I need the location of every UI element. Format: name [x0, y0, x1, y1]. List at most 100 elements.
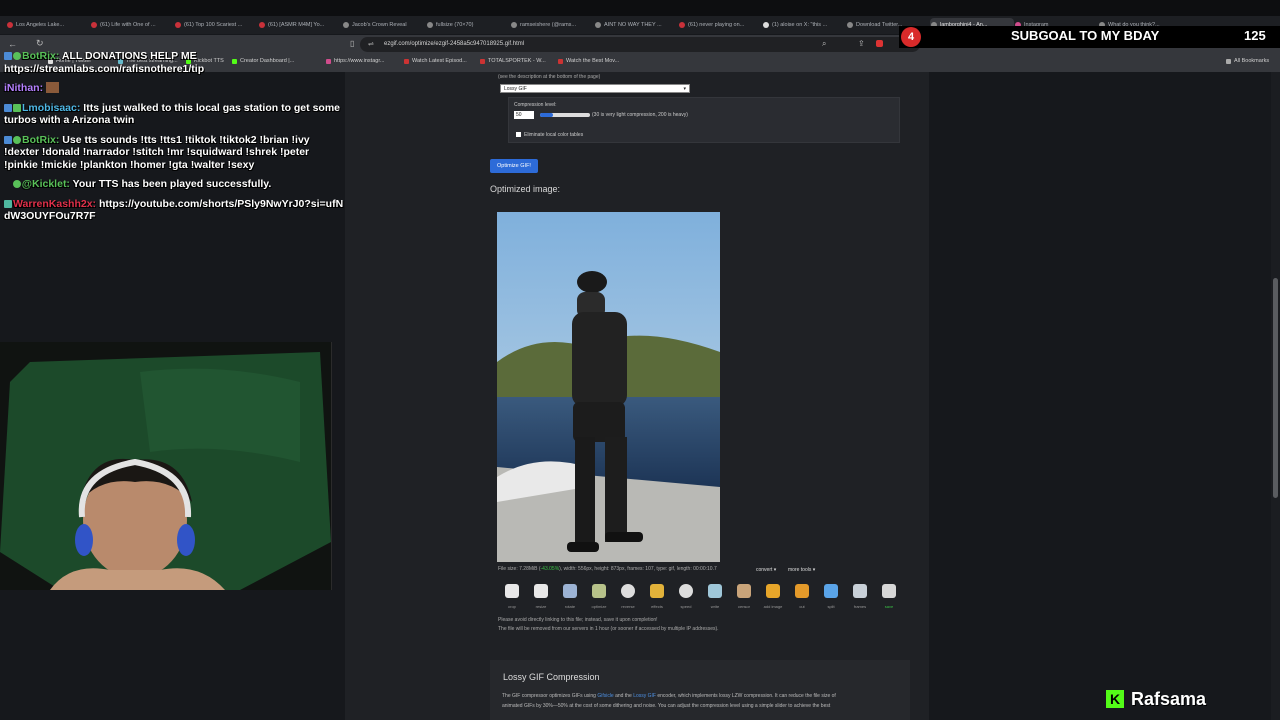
all-bookmarks[interactable]: All Bookmarks — [1226, 58, 1269, 64]
vip-badge-icon — [13, 103, 21, 112]
method-select[interactable]: Lossy GIF ▾ — [500, 84, 690, 93]
tool-split[interactable]: split — [818, 583, 844, 611]
url-input[interactable]: ⇌ ezgif.com/optimize/ezgif-2458a5c947018… — [360, 37, 920, 52]
crop-icon — [505, 584, 519, 598]
write-icon — [708, 584, 722, 598]
globe-icon — [558, 59, 563, 64]
chevron-down-icon: ▾ — [683, 86, 686, 92]
chat-message: BotRix: Use tts sounds !tts !tts1 !tikto… — [4, 133, 310, 171]
webcam-feed — [0, 342, 332, 590]
compression-label: Compression level: — [514, 102, 557, 108]
lossy-heading: Lossy GIF Compression — [503, 672, 600, 682]
eliminate-label: Eliminate local color tables — [524, 132, 584, 138]
folder-icon — [1226, 59, 1231, 64]
notice-line-2: The file will be removed from our server… — [498, 626, 719, 632]
reverse-icon — [621, 584, 635, 598]
bookmark-item[interactable]: Watch the Best Mov... — [558, 58, 619, 64]
tool-frames[interactable]: frames — [847, 583, 873, 611]
chat-message: iNithan: — [4, 82, 344, 95]
tab-favicon-icon — [7, 22, 13, 28]
tab[interactable]: (61) never playing on... — [678, 18, 762, 32]
tool-save[interactable]: save — [876, 583, 902, 611]
tool-rotate[interactable]: rotate — [557, 583, 583, 611]
eliminate-checkbox[interactable] — [516, 132, 521, 137]
optimize-icon — [592, 584, 606, 598]
moderator-badge-icon — [4, 103, 12, 112]
tab[interactable]: (1) aloise on X: "this ... — [762, 18, 846, 32]
reload-icon[interactable]: ↻ — [36, 38, 44, 49]
scrollbar-thumb[interactable] — [1273, 278, 1278, 498]
tool-add-image[interactable]: add image — [760, 583, 786, 611]
tiktok-icon — [511, 22, 517, 28]
bookmark-item[interactable]: TOTALSPORTEK - W... — [480, 58, 546, 64]
convert-dropdown[interactable]: convert ▾ — [756, 567, 776, 573]
gifsicle-link[interactable]: Gifsicle — [597, 693, 613, 699]
lossy-text-line-1: The GIF compressor optimizes GIFs using … — [502, 693, 836, 699]
optimized-gif-preview — [497, 212, 720, 562]
tool-effects[interactable]: effects — [644, 583, 670, 611]
chat-message: @Kicklet: Your TTS has been played succe… — [4, 178, 344, 191]
youtube-icon — [91, 22, 97, 28]
lossy-text-line-2: animated GIFs by 30%—50% at the cost of … — [502, 703, 831, 709]
description-hint: (see the description at the bottom of th… — [498, 74, 601, 80]
subgoal-count-badge: 4 — [901, 27, 921, 47]
resize-icon — [534, 584, 548, 598]
tab[interactable]: ramseishere (@rams... — [510, 18, 594, 32]
compression-value-input[interactable]: 50 — [514, 111, 534, 119]
youtube-icon — [259, 22, 265, 28]
tools-row: crop resize rotate optimize reverse effe… — [497, 583, 907, 611]
globe-icon — [343, 22, 349, 28]
optimized-image-title: Optimized image: — [490, 184, 561, 194]
tab[interactable]: Jacob's Crown Reveal — [342, 18, 426, 32]
tool-resize[interactable]: resize — [528, 583, 554, 611]
kick-logo-icon: K — [1106, 690, 1124, 708]
compression-slider[interactable] — [540, 113, 590, 117]
bot-badge-icon — [12, 180, 21, 188]
tool-optimize[interactable]: optimize — [586, 583, 612, 611]
chat-message: Lmobisaac: Itts just walked to this loca… — [4, 101, 340, 126]
moderator-badge-icon — [4, 135, 12, 144]
subgoal-text: SUBGOAL TO MY BDAY — [1011, 28, 1160, 43]
bot-badge-icon — [13, 135, 21, 144]
streamer-name: Rafsama — [1131, 689, 1207, 709]
tool-crop[interactable]: crop — [499, 583, 525, 611]
compression-hint: (30 is very light compression, 200 is he… — [592, 112, 688, 118]
download-icon — [847, 22, 853, 28]
add-image-icon — [766, 584, 780, 598]
globe-icon — [480, 59, 485, 64]
extension-icon[interactable] — [876, 40, 883, 47]
moderator-badge-icon — [4, 52, 12, 60]
tab[interactable]: (61) [ASMR M4M] Yo... — [258, 18, 342, 32]
tool-speed[interactable]: speed — [673, 583, 699, 611]
tool-reverse[interactable]: reverse — [615, 583, 641, 611]
play-icon — [404, 59, 409, 64]
compression-panel: Compression level: 50 (30 is very light … — [508, 97, 900, 143]
split-icon — [824, 584, 838, 598]
chat-message: WarrenKashh2x: https://youtube.com/short… — [4, 197, 344, 222]
tool-censor[interactable]: censor — [731, 583, 757, 611]
zoom-icon[interactable]: ⌕ — [822, 39, 826, 49]
back-icon[interactable]: ← — [8, 39, 17, 49]
site-info-icon[interactable]: ⇌ — [368, 37, 374, 52]
tool-cut[interactable]: cut — [789, 583, 815, 611]
chat-message: BotRix: ALL DONATIONS HELP ME https://st… — [4, 50, 205, 75]
scissors-icon — [795, 584, 809, 598]
more-tools-dropdown[interactable]: more tools ▾ — [788, 567, 815, 573]
file-info: File size: 7.28MiB (-43.05%), width: 556… — [498, 566, 717, 572]
bookmark-item[interactable]: Watch Latest Episod... — [404, 58, 467, 64]
bookmark-icon[interactable]: ▯ — [350, 39, 354, 48]
bot-badge-icon — [13, 52, 21, 60]
lossy-gif-link[interactable]: Lossy GIF — [633, 693, 656, 699]
share-icon[interactable]: ⇪ — [858, 39, 865, 48]
optimize-button[interactable]: Optimize GIF! — [490, 159, 538, 173]
tab[interactable]: fullsize (70×70) — [426, 18, 510, 32]
frames-icon — [853, 584, 867, 598]
tab[interactable]: (61) Life with One of ... — [90, 18, 174, 32]
tab[interactable]: AINT NO WAY THEY ... — [594, 18, 678, 32]
tool-write[interactable]: write — [702, 583, 728, 611]
effects-icon — [650, 584, 664, 598]
speed-icon — [679, 584, 693, 598]
tab[interactable]: (61) Top 100 Scariest ... — [174, 18, 258, 32]
tab[interactable]: Los Angeles Lake... — [6, 18, 90, 32]
stream-chat: BotRix: ALL DONATIONS HELP ME https://st… — [4, 50, 344, 230]
